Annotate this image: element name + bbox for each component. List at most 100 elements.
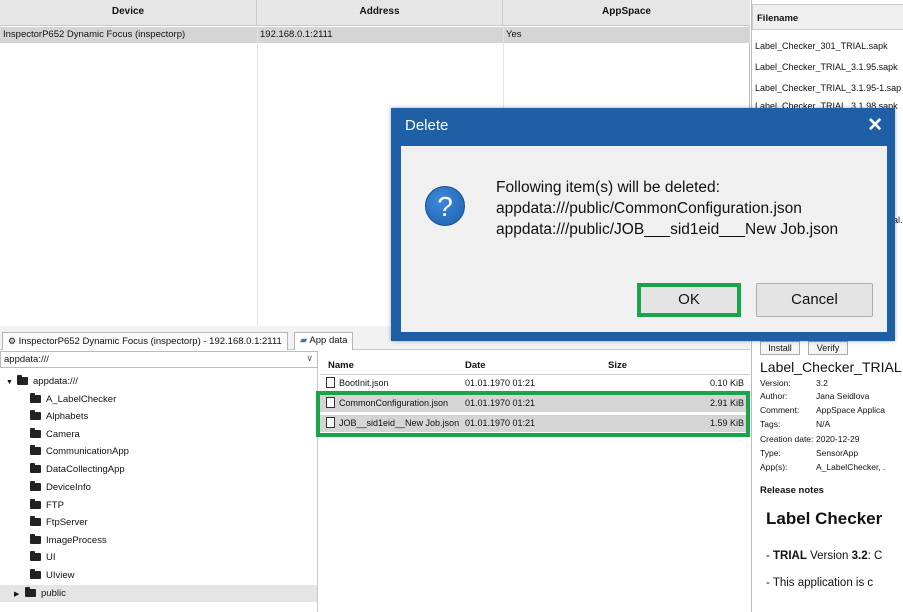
note-text: Version <box>806 550 852 562</box>
device-appspace: Yes <box>506 29 522 40</box>
app-name: Label_Checker_TRIAL <box>760 359 902 375</box>
folder-icon <box>17 375 28 385</box>
folder-icon <box>30 463 41 473</box>
expand-triangle-icon[interactable]: ▼ <box>6 374 15 391</box>
tree-node-label: UIview <box>46 570 75 581</box>
folder-icon <box>25 587 36 597</box>
info-value: A_LabelChecker, . <box>816 462 886 472</box>
tree-node[interactable]: Alphabets <box>30 408 88 425</box>
install-button[interactable]: Install <box>760 341 800 355</box>
question-icon: ? <box>425 186 465 226</box>
file-size: 0.10 KiB <box>709 378 744 388</box>
info-key: Author: <box>760 391 788 401</box>
tree-node[interactable]: Camera <box>30 426 80 443</box>
info-key: Comment: <box>760 405 800 415</box>
info-field: Author: Jana Seidlova <box>760 391 869 401</box>
tree-node[interactable]: UIview <box>30 567 75 584</box>
tab-app-data-label: App data <box>309 335 348 346</box>
tree-node-root[interactable]: ▼ appdata:/// <box>6 373 78 390</box>
tree-node[interactable]: DeviceInfo <box>30 479 91 496</box>
file-name: BootInit.json <box>339 378 389 388</box>
info-value: 2020-12-29 <box>816 434 860 444</box>
folder-icon <box>30 481 41 491</box>
tree-node-label: FtpServer <box>46 517 88 528</box>
tree-node[interactable]: FTP <box>30 497 64 514</box>
info-key: Version: <box>760 378 791 388</box>
note-text-bold: TRIAL <box>773 550 807 562</box>
path-select-value: appdata:/// <box>4 354 49 365</box>
package-file-item[interactable]: Label_Checker_TRIAL_3.1.95.sapk <box>755 62 901 72</box>
tree-node[interactable]: A_LabelChecker <box>30 391 116 408</box>
tree-node-selected[interactable]: ▶ public <box>0 585 317 602</box>
dialog-message-line: Following item(s) will be deleted: <box>496 179 720 196</box>
filename-column-header[interactable]: Filename <box>752 4 903 30</box>
column-header-name[interactable]: Name <box>328 360 354 371</box>
tree-node-label: appdata:/// <box>33 376 78 387</box>
tree-node-label: Camera <box>46 429 80 440</box>
ok-button[interactable]: OK <box>637 283 741 317</box>
cancel-button[interactable]: Cancel <box>756 283 873 317</box>
file-icon <box>326 377 335 388</box>
file-row[interactable]: BootInit.json 01.01.1970 01:21 0.10 KiB <box>320 375 750 392</box>
expand-triangle-icon[interactable]: ▶ <box>14 586 23 603</box>
device-row[interactable]: InspectorP652 Dynamic Focus (inspectorp)… <box>0 27 750 43</box>
tree-node-label: Alphabets <box>46 411 89 422</box>
folder-icon <box>30 516 41 526</box>
folder-icon <box>30 393 41 403</box>
column-header-size[interactable]: Size <box>608 360 627 371</box>
info-field: App(s): A_LabelChecker, . <box>760 462 885 472</box>
release-notes-heading: Label Checker <box>766 509 883 528</box>
path-select[interactable]: appdata:/// ∨ <box>0 351 318 368</box>
device-address: 192.168.0.1:2111 <box>260 29 333 40</box>
note-version: 3.2 <box>851 550 868 562</box>
folder-icon <box>30 534 41 544</box>
tree-node[interactable]: UI <box>30 549 56 566</box>
info-key: Tags: <box>760 419 781 429</box>
package-file-item[interactable]: Label_Checker_TRIAL_3.1.95-1.sapk <box>755 83 901 93</box>
tab-device[interactable]: ⚙ InspectorP652 Dynamic Focus (inspector… <box>2 332 288 350</box>
dialog-message: Following item(s) will be deleted: appda… <box>496 177 838 240</box>
info-key: Creation date: <box>760 434 814 444</box>
tab-app-data[interactable]: ▰ App data <box>294 332 354 350</box>
tree-node[interactable]: CommunicationApp <box>30 443 129 460</box>
info-key: App(s): <box>760 462 788 472</box>
info-field: Comment: AppSpace Applica <box>760 405 885 415</box>
verify-button[interactable]: Verify <box>808 341 848 355</box>
dialog-message-line: appdata:///public/JOB___sid1eid___New Jo… <box>496 221 839 238</box>
folder-icon <box>30 499 41 509</box>
file-list-header: Name Date Size <box>320 359 750 375</box>
tree-node-label: UI <box>46 552 56 563</box>
folder-icon <box>30 569 41 579</box>
folder-icon: ▰ <box>300 335 310 346</box>
tab-device-label: InspectorP652 Dynamic Focus (inspectorp)… <box>18 336 282 347</box>
chevron-down-icon[interactable]: ∨ <box>306 353 313 364</box>
release-notes-label: Release notes <box>760 485 824 496</box>
tree-node[interactable]: DataCollectingApp <box>30 461 125 478</box>
info-value: N/A <box>816 419 831 429</box>
column-header-device[interactable]: Device <box>0 0 257 26</box>
close-icon[interactable]: ✕ <box>867 114 883 137</box>
info-key: Type: <box>760 448 781 458</box>
tree-node-label: FTP <box>46 500 64 511</box>
device-name: InspectorP652 Dynamic Focus (inspectorp) <box>3 29 186 40</box>
column-divider <box>257 26 258 325</box>
info-field: Type: SensorApp <box>760 448 858 458</box>
tree-node[interactable]: FtpServer <box>30 514 88 531</box>
column-header-date[interactable]: Date <box>465 360 486 371</box>
info-value: SensorApp <box>816 448 859 458</box>
column-header-address[interactable]: Address <box>257 0 503 26</box>
dialog-title: Delete <box>405 117 449 134</box>
file-date: 01.01.1970 01:21 <box>465 378 536 388</box>
tree-node-label: CommunicationApp <box>46 446 129 457</box>
column-header-appspace[interactable]: AppSpace <box>503 0 750 26</box>
tree-node-label: public <box>41 588 66 599</box>
package-file-item[interactable]: Label_Checker_301_TRIAL.sapk <box>755 41 901 51</box>
device-icon: ⚙ <box>8 336 19 346</box>
info-field: Tags: N/A <box>760 419 830 429</box>
info-field: Version: 3.2 <box>760 378 828 388</box>
tree-node[interactable]: ImageProcess <box>30 532 107 549</box>
dialog-body: ? Following item(s) will be deleted: app… <box>401 146 887 332</box>
dialog-message-line: appdata:///public/CommonConfiguration.js… <box>496 200 802 217</box>
info-value: Jana Seidlova <box>816 391 870 401</box>
info-value: 3.2 <box>816 378 828 388</box>
